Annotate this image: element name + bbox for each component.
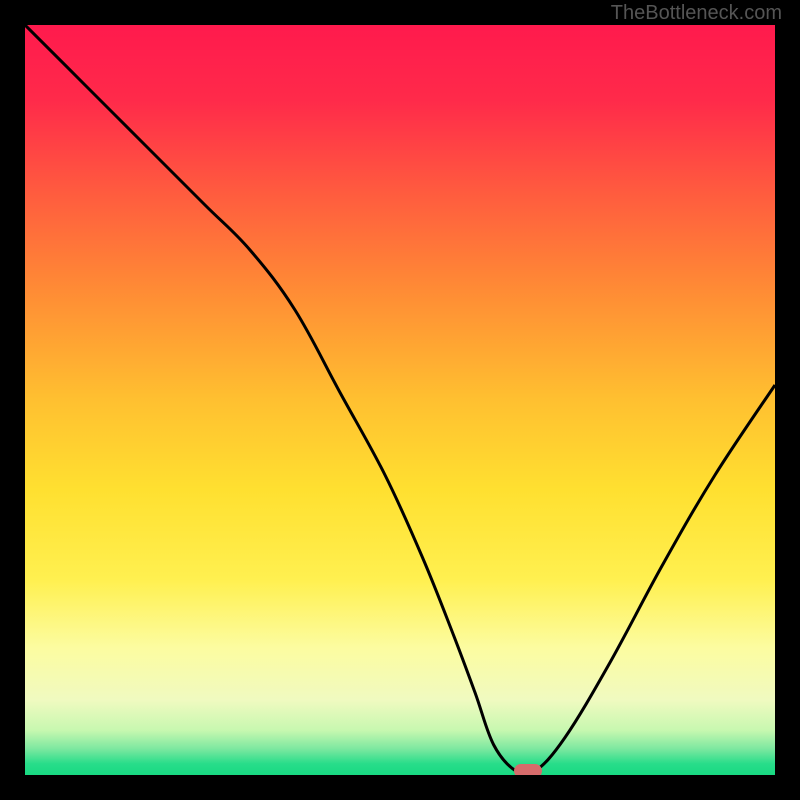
watermark-text: TheBottleneck.com [611,2,782,25]
curve-path [25,25,775,775]
minimum-marker [514,764,542,775]
line-curve [25,25,775,775]
plot-area [25,25,775,775]
